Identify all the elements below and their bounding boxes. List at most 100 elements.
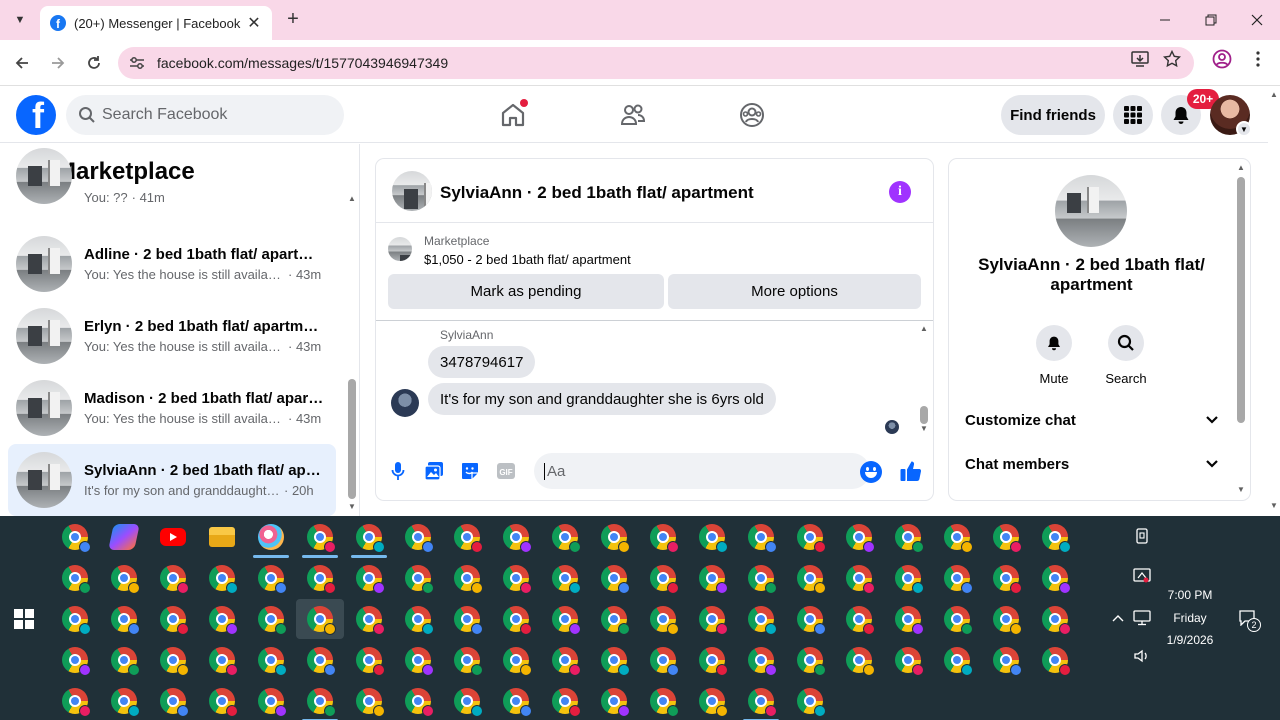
copilot-app-icon[interactable]	[108, 524, 140, 550]
chrome-profile-icon[interactable]	[405, 565, 434, 594]
search-in-chat-button[interactable]: Search	[1096, 325, 1156, 386]
listing-price-title[interactable]: $1,050 - 2 bed 1bath flat/ apartment	[424, 252, 631, 267]
chrome-profile-icon[interactable]	[601, 565, 630, 594]
chrome-profile-icon[interactable]	[160, 688, 189, 717]
chrome-profile-icon[interactable]	[307, 565, 336, 594]
chrome-profile-icon[interactable]	[307, 524, 336, 553]
page-scrollbar[interactable]: ▲ ▼	[1268, 87, 1280, 516]
scroll-up-arrow-icon[interactable]: ▲	[1236, 163, 1246, 172]
chrome-profile-icon[interactable]	[454, 688, 483, 717]
scroll-up-arrow-icon[interactable]: ▲	[919, 324, 929, 333]
chrome-profile-icon[interactable]	[503, 647, 532, 676]
chrome-profile-icon[interactable]	[650, 606, 679, 635]
chrome-profile-icon[interactable]	[552, 606, 581, 635]
back-icon[interactable]	[10, 51, 34, 75]
chrome-profile-icon[interactable]	[650, 647, 679, 676]
chrome-profile-icon[interactable]	[111, 647, 140, 676]
chrome-profile-icon[interactable]	[797, 565, 826, 594]
message-input-box[interactable]	[534, 453, 870, 489]
chrome-profile-icon[interactable]	[209, 606, 238, 635]
chrome-profile-icon[interactable]	[356, 647, 385, 676]
scroll-up-arrow-icon[interactable]: ▲	[1269, 90, 1279, 99]
paint-app-icon[interactable]	[258, 524, 284, 550]
chrome-profile-icon[interactable]	[846, 524, 875, 553]
chrome-profile-icon[interactable]	[650, 524, 679, 553]
chrome-profile-icon[interactable]	[405, 647, 434, 676]
listing-mini-thumbnail[interactable]	[388, 237, 412, 261]
thumbs-up-icon[interactable]	[898, 458, 924, 484]
scroll-up-arrow-icon[interactable]: ▲	[347, 194, 357, 203]
chrome-profile-icon[interactable]	[748, 647, 777, 676]
youtube-app-icon[interactable]	[160, 528, 186, 546]
show-hidden-icons-chevron-icon[interactable]	[1108, 608, 1128, 628]
scroll-down-arrow-icon[interactable]: ▼	[1269, 501, 1279, 510]
mark-as-pending-button[interactable]: Mark as pending	[388, 274, 664, 309]
chrome-profile-icon[interactable]	[356, 606, 385, 635]
chrome-profile-icon[interactable]	[1042, 524, 1071, 553]
facebook-logo[interactable]: f	[16, 95, 56, 135]
chrome-profile-icon[interactable]	[356, 524, 385, 553]
message-bubble[interactable]: It's for my son and granddaughter she is…	[428, 383, 776, 415]
chrome-profile-icon[interactable]	[748, 606, 777, 635]
chrome-profile-icon[interactable]	[895, 524, 924, 553]
network-icon[interactable]	[1132, 608, 1152, 628]
sticker-icon[interactable]	[459, 460, 481, 482]
conversation-item-active[interactable]: SylviaAnn · 2 bed 1bath flat/ apartment …	[8, 444, 336, 516]
chrome-profile-icon[interactable]	[699, 606, 728, 635]
chrome-profile-icon[interactable]	[601, 606, 630, 635]
device-icon[interactable]	[1132, 526, 1152, 546]
chrome-profile-icon[interactable]	[650, 688, 679, 717]
chrome-profile-icon[interactable]	[895, 565, 924, 594]
file-explorer-icon[interactable]	[209, 527, 235, 547]
chrome-profile-icon[interactable]	[1042, 606, 1071, 635]
conversation-item[interactable]: Madison · 2 bed 1bath flat/ apartment Yo…	[8, 372, 336, 444]
scroll-down-arrow-icon[interactable]: ▼	[347, 502, 357, 511]
reload-icon[interactable]	[82, 51, 106, 75]
chrome-profile-icon[interactable]	[699, 647, 728, 676]
chrome-profile-icon[interactable]	[258, 565, 287, 594]
chrome-profile-icon[interactable]	[993, 606, 1022, 635]
chrome-profile-icon[interactable]	[258, 688, 287, 717]
chrome-profile-icon[interactable]	[454, 647, 483, 676]
chrome-profile-icon[interactable]	[160, 606, 189, 635]
chat-members-row[interactable]: Chat members	[965, 452, 1219, 476]
chrome-profile-icon[interactable]	[944, 524, 973, 553]
restore-window-button[interactable]	[1188, 6, 1234, 34]
chat-profile-thumbnail[interactable]	[1055, 175, 1127, 247]
chrome-profile-icon[interactable]	[895, 647, 924, 676]
chrome-profile-icon[interactable]	[650, 565, 679, 594]
scroll-down-arrow-icon[interactable]: ▼	[919, 424, 929, 433]
photo-icon[interactable]	[423, 460, 445, 482]
chrome-profile-icon[interactable]	[846, 565, 875, 594]
chrome-profile-icon[interactable]	[62, 524, 91, 553]
chrome-profile-icon[interactable]	[601, 524, 630, 553]
close-tab-icon[interactable]: ✕	[246, 13, 262, 33]
microphone-icon[interactable]	[387, 460, 409, 482]
chrome-profile-icon[interactable]	[699, 688, 728, 717]
chrome-profile-icon[interactable]	[62, 565, 91, 594]
chrome-profile-icon[interactable]	[699, 524, 728, 553]
scrollbar-thumb[interactable]	[348, 379, 356, 499]
chrome-profile-icon[interactable]	[405, 524, 434, 553]
chrome-profile-icon[interactable]	[209, 647, 238, 676]
chrome-profile-icon[interactable]	[160, 565, 189, 594]
message-input[interactable]	[544, 462, 824, 480]
friends-nav-button[interactable]	[617, 99, 649, 131]
account-chevron-down-icon[interactable]: ▼	[1236, 121, 1252, 137]
chrome-profile-icon[interactable]	[1042, 647, 1071, 676]
chrome-profile-icon[interactable]	[552, 647, 581, 676]
forward-icon[interactable]	[46, 51, 70, 75]
emoji-icon[interactable]	[860, 461, 882, 483]
volume-icon[interactable]	[1132, 646, 1152, 666]
chrome-profile-icon[interactable]	[454, 565, 483, 594]
chrome-profile-icon[interactable]	[307, 688, 336, 717]
mute-button[interactable]: Mute	[1024, 325, 1084, 386]
windows-start-icon[interactable]	[14, 609, 34, 629]
chrome-profile-icon[interactable]	[993, 565, 1022, 594]
chrome-profile-icon[interactable]	[846, 606, 875, 635]
chrome-profile-icon[interactable]	[552, 524, 581, 553]
chrome-profile-icon[interactable]	[748, 565, 777, 594]
chrome-profile-icon[interactable]	[307, 606, 336, 635]
sender-avatar[interactable]	[391, 389, 419, 417]
chrome-profile-icon[interactable]	[209, 565, 238, 594]
